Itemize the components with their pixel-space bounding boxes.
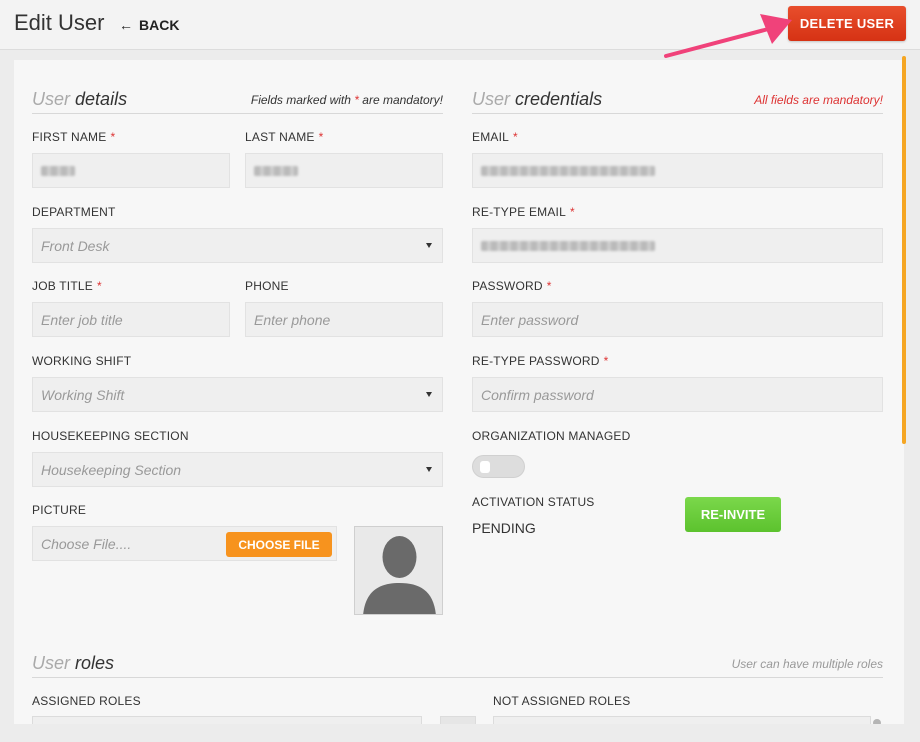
password-label: PASSWORD * xyxy=(472,279,552,293)
divider xyxy=(472,113,883,114)
not-assigned-roles-label: NOT ASSIGNED ROLES xyxy=(493,694,631,708)
re-invite-button[interactable]: RE-INVITE xyxy=(685,497,781,532)
org-managed-toggle[interactable] xyxy=(472,455,525,478)
caret-down-icon xyxy=(426,243,432,248)
housekeeping-placeholder: Housekeeping Section xyxy=(41,461,182,478)
redacted-value xyxy=(481,240,655,251)
housekeeping-label: HOUSEKEEPING SECTION xyxy=(32,429,189,443)
page-title: Edit User xyxy=(14,10,105,35)
retype-password-label: RE-TYPE PASSWORD * xyxy=(472,354,609,368)
back-button[interactable]: ← BACK xyxy=(119,17,179,33)
last-name-label: LAST NAME * xyxy=(245,130,324,144)
bottom-strip xyxy=(0,724,920,742)
phone-placeholder: Enter phone xyxy=(254,311,331,328)
arrow-left-icon: ← xyxy=(119,17,133,33)
back-label: BACK xyxy=(139,17,180,33)
retype-email-label: RE-TYPE EMAIL * xyxy=(472,205,575,219)
job-title-placeholder: Enter job title xyxy=(41,311,123,328)
activation-status-value: PENDING xyxy=(472,520,536,536)
redacted-value xyxy=(41,165,75,176)
password-input[interactable]: Enter password xyxy=(472,302,883,337)
picture-label: PICTURE xyxy=(32,503,87,517)
picture-placeholder: Choose File.... xyxy=(41,535,132,552)
password-placeholder: Enter password xyxy=(481,311,579,328)
redacted-value xyxy=(254,165,298,176)
caret-down-icon xyxy=(426,392,432,397)
org-managed-label: ORGANIZATION MANAGED xyxy=(472,429,631,443)
department-value: Front Desk xyxy=(41,237,110,254)
email-label: EMAIL * xyxy=(472,130,518,144)
toggle-knob xyxy=(480,461,490,473)
mandatory-note: Fields marked with * are mandatory! xyxy=(250,93,443,107)
housekeeping-select[interactable]: Housekeeping Section xyxy=(32,452,443,487)
delete-user-button[interactable]: DELETE USER xyxy=(788,6,906,41)
working-shift-select[interactable]: Working Shift xyxy=(32,377,443,412)
caret-down-icon xyxy=(426,467,432,472)
credentials-mandatory-note: All fields are mandatory! xyxy=(754,93,883,107)
email-field[interactable] xyxy=(472,153,883,188)
activation-status-label: ACTIVATION STATUS xyxy=(472,495,595,509)
department-select[interactable]: Front Desk xyxy=(32,228,443,263)
phone-input[interactable]: Enter phone xyxy=(245,302,443,337)
department-label: DEPARTMENT xyxy=(32,205,116,219)
user-details-title: User details xyxy=(32,89,128,109)
user-credentials-title: User credentials xyxy=(472,89,603,109)
roles-note: User can have multiple roles xyxy=(731,657,883,671)
retype-password-input[interactable]: Confirm password xyxy=(472,377,883,412)
working-shift-label: WORKING SHIFT xyxy=(32,354,132,368)
user-roles-title: User roles xyxy=(32,653,115,673)
job-title-label: JOB TITLE * xyxy=(32,279,102,293)
vertical-scrollbar[interactable] xyxy=(902,56,906,444)
retype-password-placeholder: Confirm password xyxy=(481,386,594,403)
redacted-value xyxy=(481,165,655,176)
first-name-label: FIRST NAME * xyxy=(32,130,116,144)
last-name-field[interactable] xyxy=(245,153,443,188)
job-title-input[interactable]: Enter job title xyxy=(32,302,230,337)
user-silhouette-icon xyxy=(363,536,436,614)
phone-label: PHONE xyxy=(245,279,289,293)
first-name-field[interactable] xyxy=(32,153,230,188)
divider xyxy=(32,677,883,678)
avatar xyxy=(354,526,443,615)
divider xyxy=(32,113,443,114)
top-bar: Edit User ← BACK DELETE USER xyxy=(0,0,920,50)
working-shift-placeholder: Working Shift xyxy=(41,386,125,403)
assigned-roles-label: ASSIGNED ROLES xyxy=(32,694,141,708)
retype-email-field[interactable] xyxy=(472,228,883,263)
choose-file-button[interactable]: CHOOSE FILE xyxy=(226,532,332,557)
